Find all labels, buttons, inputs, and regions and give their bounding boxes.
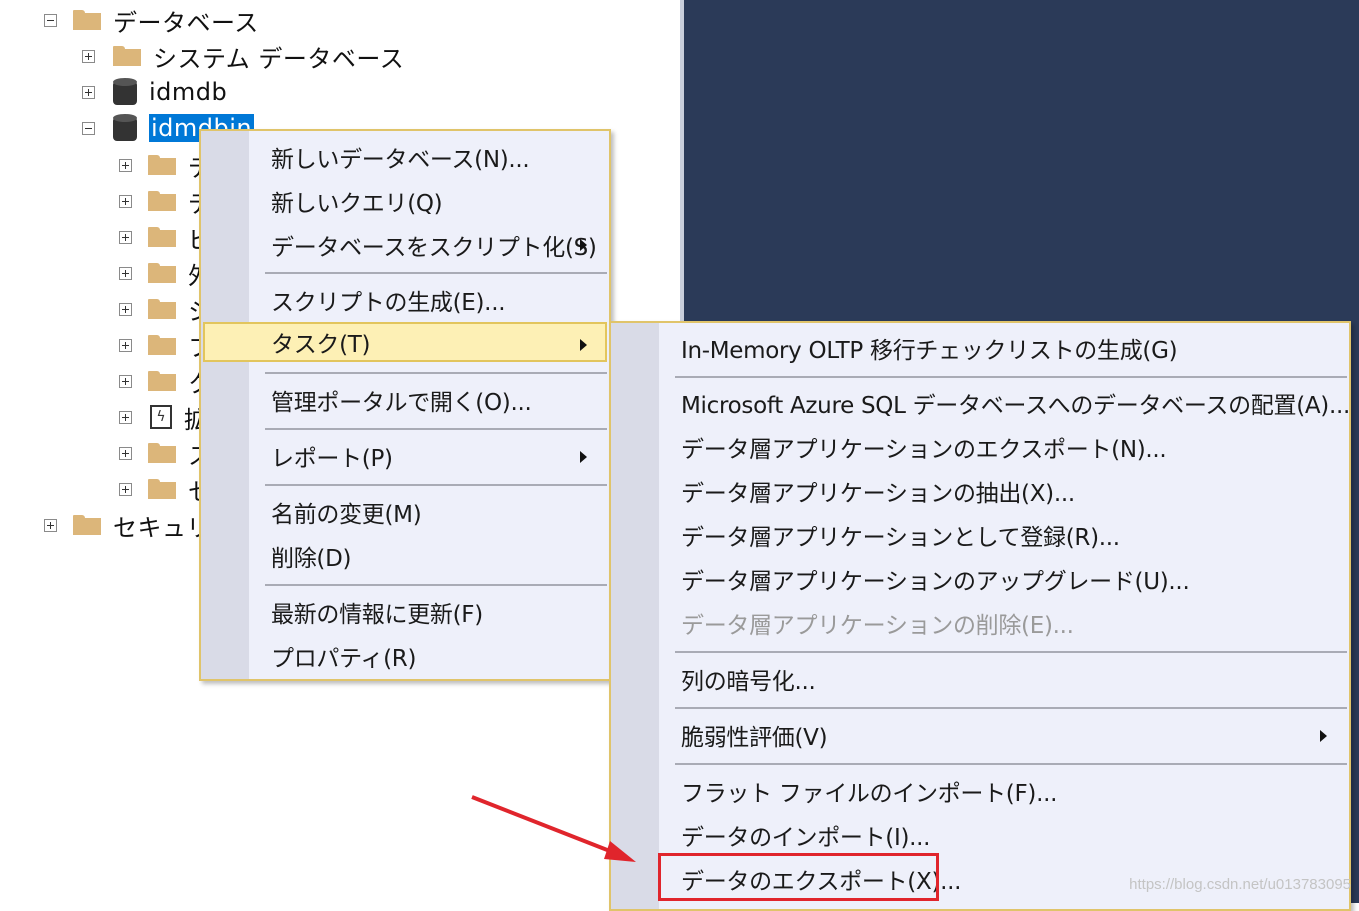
database-icon bbox=[113, 78, 137, 106]
tree-node-label: システム データベース bbox=[153, 44, 405, 73]
folder-icon bbox=[73, 515, 101, 535]
menu-item-deploy-azure[interactable]: Microsoft Azure SQL データベースへのデータベースの配置(A)… bbox=[681, 383, 1350, 423]
expand-icon[interactable] bbox=[119, 302, 132, 316]
submenu-arrow-icon bbox=[1320, 730, 1327, 742]
folder-icon bbox=[148, 227, 176, 247]
menu-item-encrypt-columns[interactable]: 列の暗号化... bbox=[681, 659, 816, 699]
context-menu: 新しいデータベース(N)... 新しいクエリ(Q) データベースをスクリプト化(… bbox=[199, 129, 611, 681]
extension-icon: ϟ bbox=[150, 405, 172, 429]
menu-separator bbox=[675, 763, 1347, 765]
expand-icon[interactable] bbox=[82, 49, 95, 63]
menu-item-rename[interactable]: 名前の変更(M) bbox=[271, 492, 422, 532]
expand-icon[interactable] bbox=[119, 230, 132, 244]
folder-icon bbox=[148, 335, 176, 355]
expand-icon[interactable] bbox=[119, 410, 132, 424]
menu-separator bbox=[265, 372, 607, 374]
menu-item-vulnerability-assessment[interactable]: 脆弱性評価(V) bbox=[681, 715, 828, 755]
menu-item-register-dac[interactable]: データ層アプリケーションとして登録(R)... bbox=[681, 515, 1120, 555]
menu-separator bbox=[265, 272, 607, 274]
menu-item-export-dac[interactable]: データ層アプリケーションのエクスポート(N)... bbox=[681, 427, 1167, 467]
tree-node-db-idmdb[interactable]: idmdb bbox=[82, 75, 227, 109]
watermark: https://blog.csdn.net/u013783095 bbox=[1129, 876, 1351, 893]
submenu-arrow-icon bbox=[580, 339, 587, 351]
menu-item-generate-scripts[interactable]: スクリプトの生成(E)... bbox=[271, 280, 506, 320]
submenu-arrow-icon bbox=[580, 451, 587, 463]
menu-item-reports[interactable]: レポート(P) bbox=[271, 436, 393, 476]
tree-node-system-databases[interactable]: システム データベース bbox=[82, 39, 404, 73]
menu-item-tasks[interactable]: タスク(T) bbox=[203, 322, 607, 362]
database-icon bbox=[113, 114, 137, 142]
folder-icon bbox=[148, 479, 176, 499]
expand-icon[interactable] bbox=[119, 338, 132, 352]
tree-node-child[interactable]: ϟ 拡 bbox=[119, 400, 209, 434]
menu-item-extract-dac[interactable]: データ層アプリケーションの抽出(X)... bbox=[681, 471, 1075, 511]
folder-icon bbox=[148, 191, 176, 211]
menu-item-delete[interactable]: 削除(D) bbox=[271, 536, 351, 576]
folder-icon bbox=[148, 299, 176, 319]
tree-node-label: idmdb bbox=[149, 78, 228, 106]
expand-icon[interactable] bbox=[119, 482, 132, 496]
menu-separator bbox=[675, 376, 1347, 378]
expand-icon[interactable] bbox=[119, 158, 132, 172]
folder-icon bbox=[113, 46, 141, 66]
menu-item-inmemory-checklist[interactable]: In-Memory OLTP 移行チェックリストの生成(G) bbox=[681, 328, 1178, 368]
menu-item-new-database[interactable]: 新しいデータベース(N)... bbox=[271, 137, 530, 177]
folder-icon bbox=[148, 263, 176, 283]
menu-item-delete-dac: データ層アプリケーションの削除(E)... bbox=[681, 613, 1074, 639]
menu-separator bbox=[265, 484, 607, 486]
menu-item-properties[interactable]: プロパティ(R) bbox=[271, 636, 416, 676]
menu-item-open-portal[interactable]: 管理ポータルで開く(O)... bbox=[271, 380, 532, 420]
expand-icon[interactable] bbox=[119, 446, 132, 460]
menu-separator bbox=[675, 707, 1347, 709]
folder-icon bbox=[148, 443, 176, 463]
folder-icon bbox=[73, 10, 101, 30]
menu-item-import-data[interactable]: データのインポート(I)... bbox=[681, 815, 930, 855]
tree-node-databases[interactable]: データベース bbox=[44, 3, 259, 37]
menu-separator bbox=[265, 584, 607, 586]
expand-icon[interactable] bbox=[119, 374, 132, 388]
menu-item-upgrade-dac[interactable]: データ層アプリケーションのアップグレード(U)... bbox=[681, 559, 1190, 599]
red-arrow-icon bbox=[471, 795, 636, 862]
highlight-box bbox=[658, 853, 939, 901]
tasks-submenu: In-Memory OLTP 移行チェックリストの生成(G) Microsoft… bbox=[609, 321, 1351, 911]
expand-icon[interactable] bbox=[119, 194, 132, 208]
expand-icon[interactable] bbox=[82, 85, 95, 99]
expand-icon[interactable] bbox=[119, 266, 132, 280]
menu-item-import-flat-file[interactable]: フラット ファイルのインポート(F)... bbox=[681, 771, 1057, 811]
menu-item-refresh[interactable]: 最新の情報に更新(F) bbox=[271, 592, 483, 632]
menu-separator bbox=[675, 651, 1347, 653]
menu-separator bbox=[265, 428, 607, 430]
folder-icon bbox=[148, 371, 176, 391]
menu-item-new-query[interactable]: 新しいクエリ(Q) bbox=[271, 181, 443, 221]
collapse-icon[interactable] bbox=[44, 13, 57, 27]
menu-icon-gutter bbox=[201, 131, 249, 679]
tree-node-label: データベース bbox=[113, 8, 259, 37]
folder-icon bbox=[148, 155, 176, 175]
menu-item-script-database[interactable]: データベースをスクリプト化(S) bbox=[271, 225, 597, 265]
expand-icon[interactable] bbox=[44, 518, 57, 532]
collapse-icon[interactable] bbox=[82, 121, 95, 135]
submenu-arrow-icon bbox=[580, 239, 587, 251]
